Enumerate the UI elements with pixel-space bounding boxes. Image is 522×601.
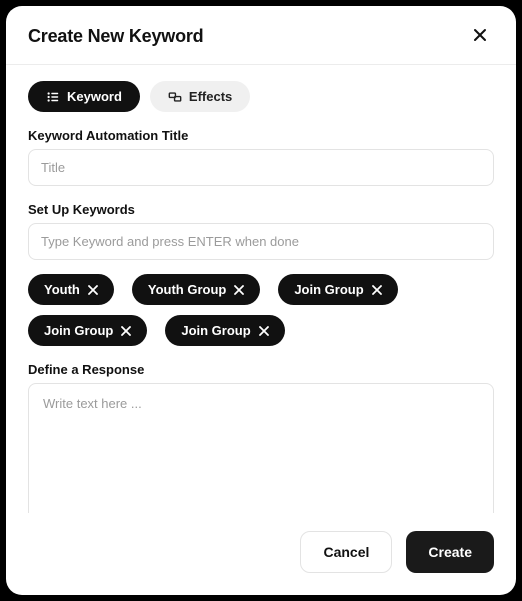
chip-label: Youth Group — [148, 282, 226, 297]
cancel-button[interactable]: Cancel — [300, 531, 392, 573]
title-label: Keyword Automation Title — [28, 128, 494, 143]
close-button[interactable] — [466, 22, 494, 50]
tab-keyword-label: Keyword — [67, 89, 122, 104]
list-icon — [46, 90, 60, 104]
keyword-chip: Join Group — [28, 315, 147, 346]
create-button[interactable]: Create — [406, 531, 494, 573]
keyword-chip: Youth — [28, 274, 114, 305]
keywords-label: Set Up Keywords — [28, 202, 494, 217]
tab-effects[interactable]: Effects — [150, 81, 250, 112]
modal-body: Keyword Effects Keyword Automation Title… — [6, 65, 516, 513]
chip-remove-icon[interactable] — [234, 285, 244, 295]
tab-effects-label: Effects — [189, 89, 232, 104]
chip-remove-icon[interactable] — [372, 285, 382, 295]
tab-keyword[interactable]: Keyword — [28, 81, 140, 112]
tabs: Keyword Effects — [28, 81, 494, 112]
title-section: Keyword Automation Title — [28, 128, 494, 186]
chip-label: Join Group — [44, 323, 113, 338]
keyword-chip: Join Group — [278, 274, 397, 305]
response-editor — [28, 383, 494, 513]
modal-footer: Cancel Create — [6, 513, 516, 595]
modal-title: Create New Keyword — [28, 26, 203, 47]
chip-label: Youth — [44, 282, 80, 297]
keyword-chip: Join Group — [165, 315, 284, 346]
modal-header: Create New Keyword — [6, 6, 516, 65]
keyword-chips: Youth Youth Group Join Group — [28, 274, 494, 346]
chip-remove-icon[interactable] — [88, 285, 98, 295]
response-section: Define a Response — [28, 362, 494, 513]
chip-label: Join Group — [294, 282, 363, 297]
title-input[interactable] — [28, 149, 494, 186]
chip-label: Join Group — [181, 323, 250, 338]
keywords-input[interactable] — [28, 223, 494, 260]
effects-icon — [168, 90, 182, 104]
response-textarea[interactable] — [29, 384, 493, 502]
chip-remove-icon[interactable] — [259, 326, 269, 336]
chip-remove-icon[interactable] — [121, 326, 131, 336]
keywords-section: Set Up Keywords Youth Youth Group Join G… — [28, 202, 494, 346]
close-icon — [472, 27, 488, 46]
create-keyword-modal: Create New Keyword Keyword Effects — [6, 6, 516, 595]
response-label: Define a Response — [28, 362, 494, 377]
keyword-chip: Youth Group — [132, 274, 260, 305]
